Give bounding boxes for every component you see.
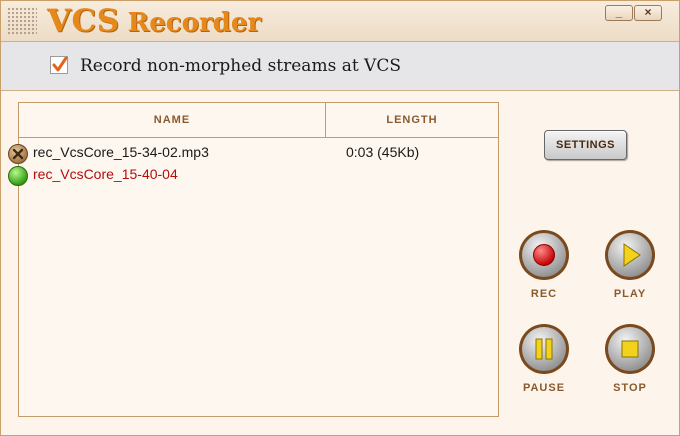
- stop-button[interactable]: [604, 323, 656, 375]
- green-dot-icon: [8, 166, 28, 186]
- stop-square-icon: [621, 340, 639, 358]
- stop-label: STOP: [613, 382, 647, 394]
- record-dot-icon: [533, 244, 555, 266]
- record-non-morphed-checkbox[interactable]: [50, 56, 68, 74]
- title-bar[interactable]: VCS Recorder _ ×: [1, 1, 679, 42]
- app-title-part2: Recorder: [127, 8, 262, 38]
- list-item[interactable]: rec_VcsCore_15-40-04: [7, 163, 477, 186]
- app-title-part1: VCS: [47, 3, 120, 39]
- file-length: 0:03 (45Kb): [346, 144, 420, 160]
- file-name: rec_VcsCore_15-34-02.mp3: [33, 144, 209, 160]
- rec-button[interactable]: [518, 229, 570, 281]
- recorder-window: VCS Recorder _ × Record non-morphed strea…: [0, 0, 680, 436]
- options-bar: Record non-morphed streams at VCS: [1, 42, 679, 91]
- pause-button[interactable]: [518, 323, 570, 375]
- checkmark-icon: [52, 57, 68, 72]
- drag-grip-icon[interactable]: [7, 7, 37, 35]
- play-label: PLAY: [613, 288, 647, 300]
- list-header: NAME LENGTH: [19, 103, 498, 138]
- pause-label: PAUSE: [522, 382, 566, 394]
- record-non-morphed-label[interactable]: Record non-morphed streams at VCS: [80, 56, 401, 76]
- column-header-name[interactable]: NAME: [19, 103, 326, 137]
- app-title: VCS Recorder: [47, 3, 261, 39]
- settings-button[interactable]: SETTINGS: [544, 130, 627, 160]
- file-name: rec_VcsCore_15-40-04: [33, 166, 178, 182]
- minimize-button[interactable]: _: [605, 5, 633, 21]
- rec-label: REC: [530, 288, 558, 300]
- list-item[interactable]: rec_VcsCore_15-34-02.mp3 0:03 (45Kb): [7, 141, 477, 164]
- play-button[interactable]: [604, 229, 656, 281]
- x-circle-icon: [8, 144, 28, 164]
- close-button[interactable]: ×: [634, 5, 662, 21]
- column-header-length[interactable]: LENGTH: [326, 103, 498, 137]
